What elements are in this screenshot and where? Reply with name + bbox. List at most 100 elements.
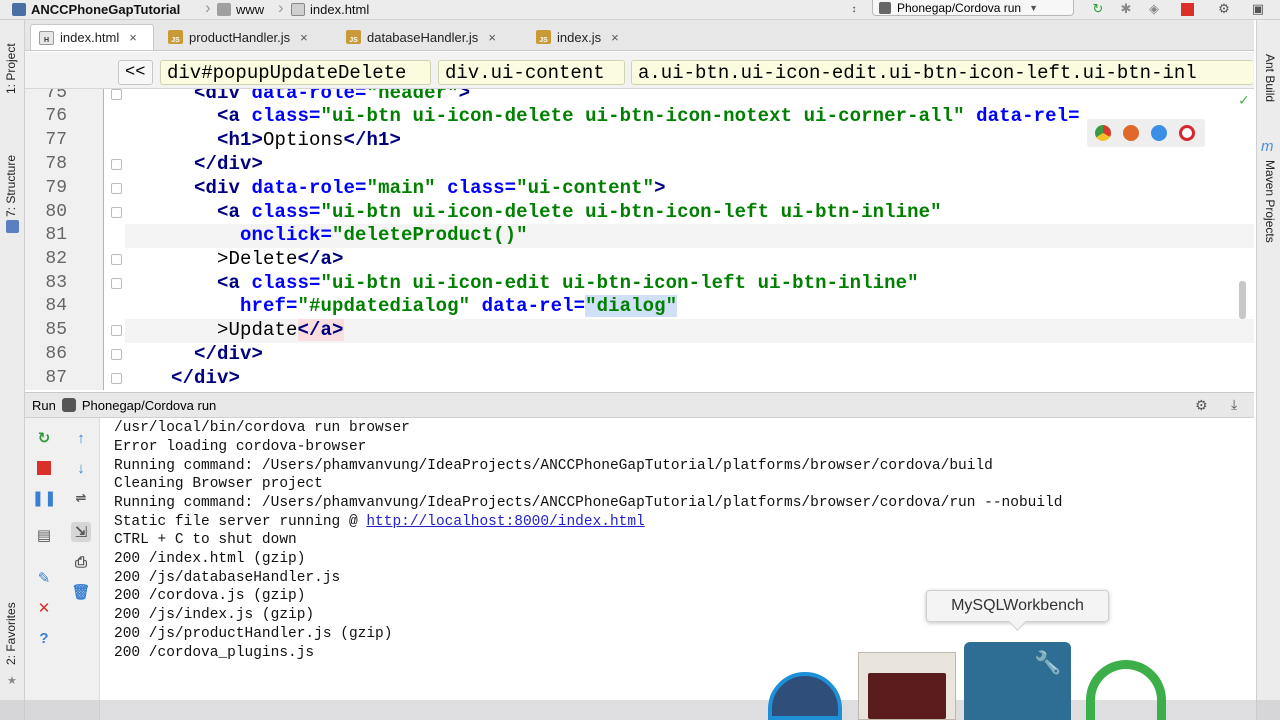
html-tag-breadcrumb: << div#popupUpdateDelete div.ui-content … (25, 52, 1254, 89)
close-icon[interactable]: × (300, 30, 308, 45)
close-icon[interactable]: × (611, 30, 619, 45)
stop-icon[interactable] (1179, 1, 1195, 17)
console-line: CTRL + C to shut down (114, 532, 297, 548)
console-line: Running command: /Users/phamvanvung/Idea… (114, 458, 993, 474)
arrow-down-icon[interactable]: ↓ (71, 458, 91, 478)
close-icon[interactable]: ✕ (34, 598, 54, 618)
tab-index-html[interactable]: H index.html × (30, 24, 154, 50)
fold-marker[interactable] (111, 254, 122, 265)
console-line: /usr/local/bin/cordova run browser (114, 420, 410, 436)
mysql-workbench-icon[interactable]: 🔧 (964, 642, 1071, 720)
rerun-icon[interactable]: ↻ (1090, 1, 1106, 17)
js-file-icon: JS (536, 30, 551, 44)
line-number: 82 (45, 249, 67, 269)
debug-icon[interactable]: ✱ (1118, 1, 1134, 17)
line-number: 86 (45, 344, 67, 364)
line-number: 84 (45, 296, 67, 316)
chrome-icon[interactable] (1095, 125, 1111, 141)
console-line: 200 /js/databaseHandler.js (114, 570, 341, 586)
gear-icon[interactable]: ⚙ (1195, 397, 1208, 414)
tab-producthandler-js[interactable]: JS productHandler.js × (164, 24, 308, 50)
fold-marker[interactable] (111, 349, 122, 360)
run-config-tab[interactable]: Phonegap/Cordova run (82, 398, 216, 413)
firefox-icon[interactable] (1123, 125, 1139, 141)
tag-crumb-popup[interactable]: div#popupUpdateDelete (160, 60, 431, 85)
tag-crumb-edit-button[interactable]: a.ui-btn.ui-icon-edit.ui-btn-icon-left.u… (631, 60, 1253, 85)
console-line: 200 /js/productHandler.js (gzip) (114, 626, 393, 642)
gutter-divider (103, 89, 104, 390)
fold-marker[interactable] (111, 183, 122, 194)
line-number: 77 (45, 130, 67, 150)
tab-databasehandler-js[interactable]: JS databaseHandler.js × (342, 24, 496, 50)
build-icon[interactable]: ⚙ (1216, 1, 1232, 17)
maven-icon: m (1261, 138, 1274, 155)
help-icon[interactable]: ? (34, 628, 54, 648)
js-file-icon: JS (168, 30, 183, 44)
left-tool-window-strip: 1: Project 7: Structure 2: Favorites ★ (0, 20, 25, 720)
coverage-icon[interactable]: ◈ (1146, 1, 1162, 17)
hide-panel-icon[interactable]: ⤓ (1231, 396, 1237, 413)
sort-icon[interactable]: ↕ (846, 1, 862, 17)
dictionary-app-icon[interactable] (858, 652, 956, 720)
dock-tooltip: MySQLWorkbench (926, 590, 1109, 622)
close-icon[interactable]: × (129, 30, 137, 45)
scroll-to-end-icon[interactable]: ⇲ (71, 522, 91, 542)
fold-marker[interactable] (111, 278, 122, 289)
fold-marker[interactable] (111, 207, 122, 218)
fold-marker[interactable] (111, 325, 122, 336)
structure-tool-button[interactable]: 7: Structure (4, 155, 18, 217)
line-number: 79 (45, 178, 67, 198)
settings-icon[interactable]: ▣ (1250, 1, 1266, 17)
dump-threads-icon[interactable]: ▤ (34, 525, 54, 545)
fold-marker[interactable] (111, 89, 122, 100)
tab-index-js[interactable]: JS index.js × (532, 24, 619, 50)
code-line-81: onclick="deleteProduct()" (240, 224, 528, 246)
folder-icon (217, 2, 231, 16)
code-line-77: <h1>Options</h1> (217, 129, 402, 151)
pause-icon[interactable]: ❚❚ (31, 488, 56, 508)
fold-marker[interactable] (111, 373, 122, 384)
rerun-icon[interactable]: ↻ (34, 428, 54, 448)
run-console[interactable]: /usr/local/bin/cordova run browser Error… (100, 418, 1254, 720)
chevron-down-icon: ▼ (1029, 2, 1039, 13)
line-number: 75 (45, 89, 67, 103)
structure-icon (6, 220, 19, 233)
breadcrumb-file[interactable]: index.html (291, 0, 369, 18)
tag-crumb-ui-content[interactable]: div.ui-content (438, 60, 625, 85)
ant-build-tool-button[interactable]: Ant Build (1263, 54, 1277, 102)
cordova-icon (61, 398, 76, 412)
editor-tabs: H index.html × JS productHandler.js × JS… (25, 20, 1254, 51)
code-line-76: <a class="ui-btn ui-icon-delete ui-btn-i… (217, 105, 1080, 127)
breadcrumb-separator: › (278, 0, 284, 17)
breadcrumb-back-button[interactable]: << (118, 60, 153, 85)
line-number: 81 (45, 225, 67, 245)
close-icon[interactable]: × (488, 30, 496, 45)
breadcrumb-project[interactable]: ANCCPhoneGapTutorial (12, 0, 180, 18)
opera-icon[interactable] (1179, 125, 1195, 141)
favorites-tool-button[interactable]: 2: Favorites (4, 602, 18, 665)
editor-scrollbar[interactable] (1239, 281, 1246, 319)
safari-icon[interactable] (1151, 125, 1167, 141)
fold-marker[interactable] (111, 159, 122, 170)
trash-icon[interactable]: 🗑 (71, 582, 91, 602)
code-line-79: <div data-role="main" class="ui-content"… (194, 177, 666, 199)
pin-icon[interactable]: ✎ (34, 568, 54, 588)
navigation-bar: ANCCPhoneGapTutorial › www › index.html … (0, 0, 1280, 20)
stop-icon[interactable] (34, 458, 54, 478)
code-line-75: <div data-role="header"> (194, 89, 471, 104)
code-editor[interactable]: 75 76 77 78 79 80 81 82 83 84 85 86 87 <… (25, 89, 1254, 390)
maven-tool-button[interactable]: Maven Projects (1263, 160, 1277, 243)
run-configuration-select[interactable]: Phonegap/Cordova run ▼ (872, 0, 1074, 16)
server-url-link[interactable]: http://localhost:8000/index.html (366, 514, 644, 530)
cordova-icon (879, 1, 891, 14)
code-line-87: </div> (171, 367, 241, 389)
project-tool-button[interactable]: 1: Project (4, 43, 18, 94)
code-line-86: </div> (194, 343, 264, 365)
print-icon[interactable]: ⎙ (71, 552, 91, 572)
soft-wrap-icon[interactable]: ⇌ (71, 488, 91, 508)
html-file-icon: H (39, 30, 54, 45)
arrow-up-icon[interactable]: ↑ (71, 428, 91, 448)
breadcrumb-www[interactable]: www (217, 0, 264, 18)
folder-icon (12, 2, 26, 16)
open-in-browser-bar (1087, 119, 1205, 147)
